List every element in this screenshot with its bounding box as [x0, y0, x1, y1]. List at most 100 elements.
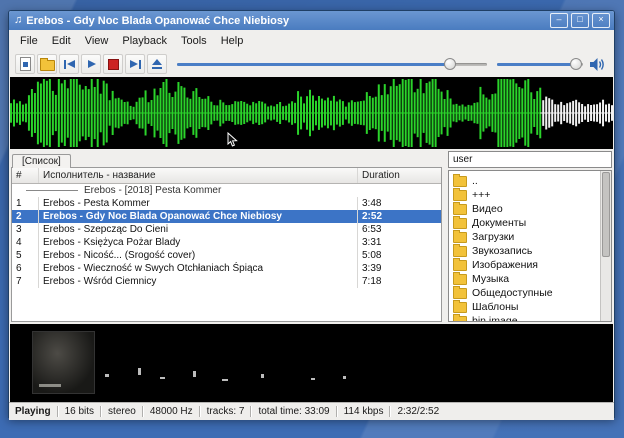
- seek-fill: [177, 63, 450, 66]
- maximize-button[interactable]: □: [571, 13, 589, 28]
- location-combo[interactable]: user: [448, 151, 612, 168]
- prev-icon: [64, 59, 75, 69]
- visualizer-mark: [222, 379, 228, 381]
- playlist-row[interactable]: 1Erebos - Pesta Kommer3:48: [12, 197, 441, 210]
- folder-icon: [453, 288, 467, 299]
- folder-name: Изображения: [472, 259, 538, 271]
- track-title: Erebos - Wśród Ciemnicy: [38, 275, 357, 288]
- playlist-tab[interactable]: [Список]: [12, 154, 71, 168]
- menu-item-view[interactable]: View: [78, 33, 116, 49]
- transport-buttons: [15, 54, 169, 74]
- folder-item[interactable]: Музыка: [452, 272, 599, 286]
- visualizer-mark: [193, 371, 196, 377]
- folder-icon: [453, 302, 467, 313]
- open-folder-button[interactable]: [37, 54, 57, 74]
- track-number: 2: [12, 210, 38, 223]
- play-icon: [87, 59, 96, 69]
- seek-thumb[interactable]: [444, 58, 456, 70]
- menu-item-edit[interactable]: Edit: [45, 33, 78, 49]
- track-title: Erebos - Księżyca Pożar Blady: [38, 236, 357, 249]
- menu-item-playback[interactable]: Playback: [115, 33, 174, 49]
- visualizer-mark: [311, 378, 315, 380]
- window-title: Erebos - Gdy Noc Blada Opanować Chce Nie…: [26, 15, 547, 27]
- folder-item[interactable]: Изображения: [452, 258, 599, 272]
- playlist-row[interactable]: 5Erebos - Nicość... (Srogość cover)5:08: [12, 249, 441, 262]
- visualizer-mark: [343, 376, 346, 379]
- folder-item[interactable]: Шаблоны: [452, 300, 599, 314]
- folder-item[interactable]: Видео: [452, 202, 599, 216]
- playlist-row[interactable]: 3Erebos - Szepcząc Do Cieni6:53: [12, 223, 441, 236]
- album-art: [32, 331, 95, 394]
- volume-slider[interactable]: [497, 56, 583, 72]
- playlist-row[interactable]: 2Erebos - Gdy Noc Blada Opanować Chce Ni…: [12, 210, 441, 223]
- folder-item[interactable]: Общедоступные: [452, 286, 599, 300]
- folder-icon: [453, 190, 467, 201]
- folder-icon: [453, 316, 467, 323]
- status-separator: [250, 406, 252, 417]
- open-file-icon: [20, 57, 31, 71]
- visualizer-mark: [261, 374, 264, 378]
- stop-button[interactable]: [103, 54, 123, 74]
- group-label: Erebos - [2018] Pesta Kommer: [84, 184, 221, 197]
- close-button[interactable]: ×: [592, 13, 610, 28]
- seek-slider[interactable]: [177, 56, 487, 72]
- window-controls: – □ ×: [547, 13, 610, 28]
- folder-item[interactable]: +++: [452, 188, 599, 202]
- file-browser-scrollbar[interactable]: [600, 171, 611, 321]
- menu-item-help[interactable]: Help: [214, 33, 251, 49]
- status-item: tracks: 7: [207, 406, 245, 417]
- folder-name: Документы: [472, 217, 526, 229]
- column-header-duration[interactable]: Duration: [357, 168, 441, 183]
- folder-item[interactable]: ..: [452, 174, 599, 188]
- track-number: 5: [12, 249, 38, 262]
- menu-bar: FileEditViewPlaybackToolsHelp: [9, 30, 614, 51]
- previous-button[interactable]: [59, 54, 79, 74]
- waveform-seekbar[interactable]: [10, 77, 613, 149]
- eject-button[interactable]: [147, 54, 167, 74]
- file-browser-panel: user ..+++ Видео ДокументыЗагрузкиЗвукозап…: [448, 151, 612, 322]
- status-item: stereo: [108, 406, 136, 417]
- playlist-panel: [Список] # Исполнитель - название Durati…: [9, 149, 442, 322]
- desktop: ♫ Erebos - Gdy Noc Blada Opanować Chce N…: [0, 0, 624, 438]
- playlist-row[interactable]: 7Erebos - Wśród Ciemnicy7:18: [12, 275, 441, 288]
- playlist-row[interactable]: 4Erebos - Księżyca Pożar Blady3:31: [12, 236, 441, 249]
- track-title: Erebos - Nicość... (Srogość cover): [38, 249, 357, 262]
- next-button[interactable]: [125, 54, 145, 74]
- folder-name: Видео: [472, 203, 503, 215]
- menu-item-file[interactable]: File: [13, 33, 45, 49]
- toolbar: [9, 51, 614, 77]
- play-button[interactable]: [81, 54, 101, 74]
- folder-name: bin image: [472, 315, 518, 322]
- status-item: Playing: [15, 406, 51, 417]
- status-item: 2:32/2:52: [397, 406, 439, 417]
- menu-item-tools[interactable]: Tools: [174, 33, 214, 49]
- folder-name: +++: [472, 189, 490, 201]
- group-line: [26, 190, 78, 191]
- player-window: ♫ Erebos - Gdy Noc Blada Opanować Chce N…: [8, 10, 615, 418]
- folder-list: ..+++ Видео ДокументыЗагрузкиЗвукозаписьИз…: [448, 170, 612, 322]
- playlist-body: Erebos - [2018] Pesta Kommer1Erebos - Pe…: [12, 184, 441, 321]
- folder-item[interactable]: Звукозапись: [452, 244, 599, 258]
- volume-thumb[interactable]: [570, 58, 582, 70]
- folder-icon: [453, 232, 467, 243]
- column-header-number[interactable]: #: [12, 168, 38, 183]
- scrollbar-thumb[interactable]: [602, 172, 610, 257]
- titlebar[interactable]: ♫ Erebos - Gdy Noc Blada Opanować Chce N…: [9, 11, 614, 30]
- folder-item[interactable]: Документы: [452, 216, 599, 230]
- album-art-panel: [10, 324, 613, 402]
- track-title: Erebos - Gdy Noc Blada Opanować Chce Nie…: [38, 210, 357, 223]
- folder-item[interactable]: bin image: [452, 314, 599, 322]
- open-folder-icon: [40, 60, 55, 71]
- track-number: 3: [12, 223, 38, 236]
- track-title: Erebos - Pesta Kommer: [38, 197, 357, 210]
- track-title: Erebos - Szepcząc Do Cieni: [38, 223, 357, 236]
- status-separator: [57, 406, 59, 417]
- folder-item[interactable]: Загрузки: [452, 230, 599, 244]
- folder-icon: [453, 218, 467, 229]
- open-file-button[interactable]: [15, 54, 35, 74]
- column-header-title[interactable]: Исполнитель - название: [38, 168, 357, 183]
- playlist-row[interactable]: 6Erebos - Wieczność w Swych Otchłaniach …: [12, 262, 441, 275]
- playlist-table: # Исполнитель - название Duration Erebos…: [11, 167, 442, 322]
- status-separator: [336, 406, 338, 417]
- minimize-button[interactable]: –: [550, 13, 568, 28]
